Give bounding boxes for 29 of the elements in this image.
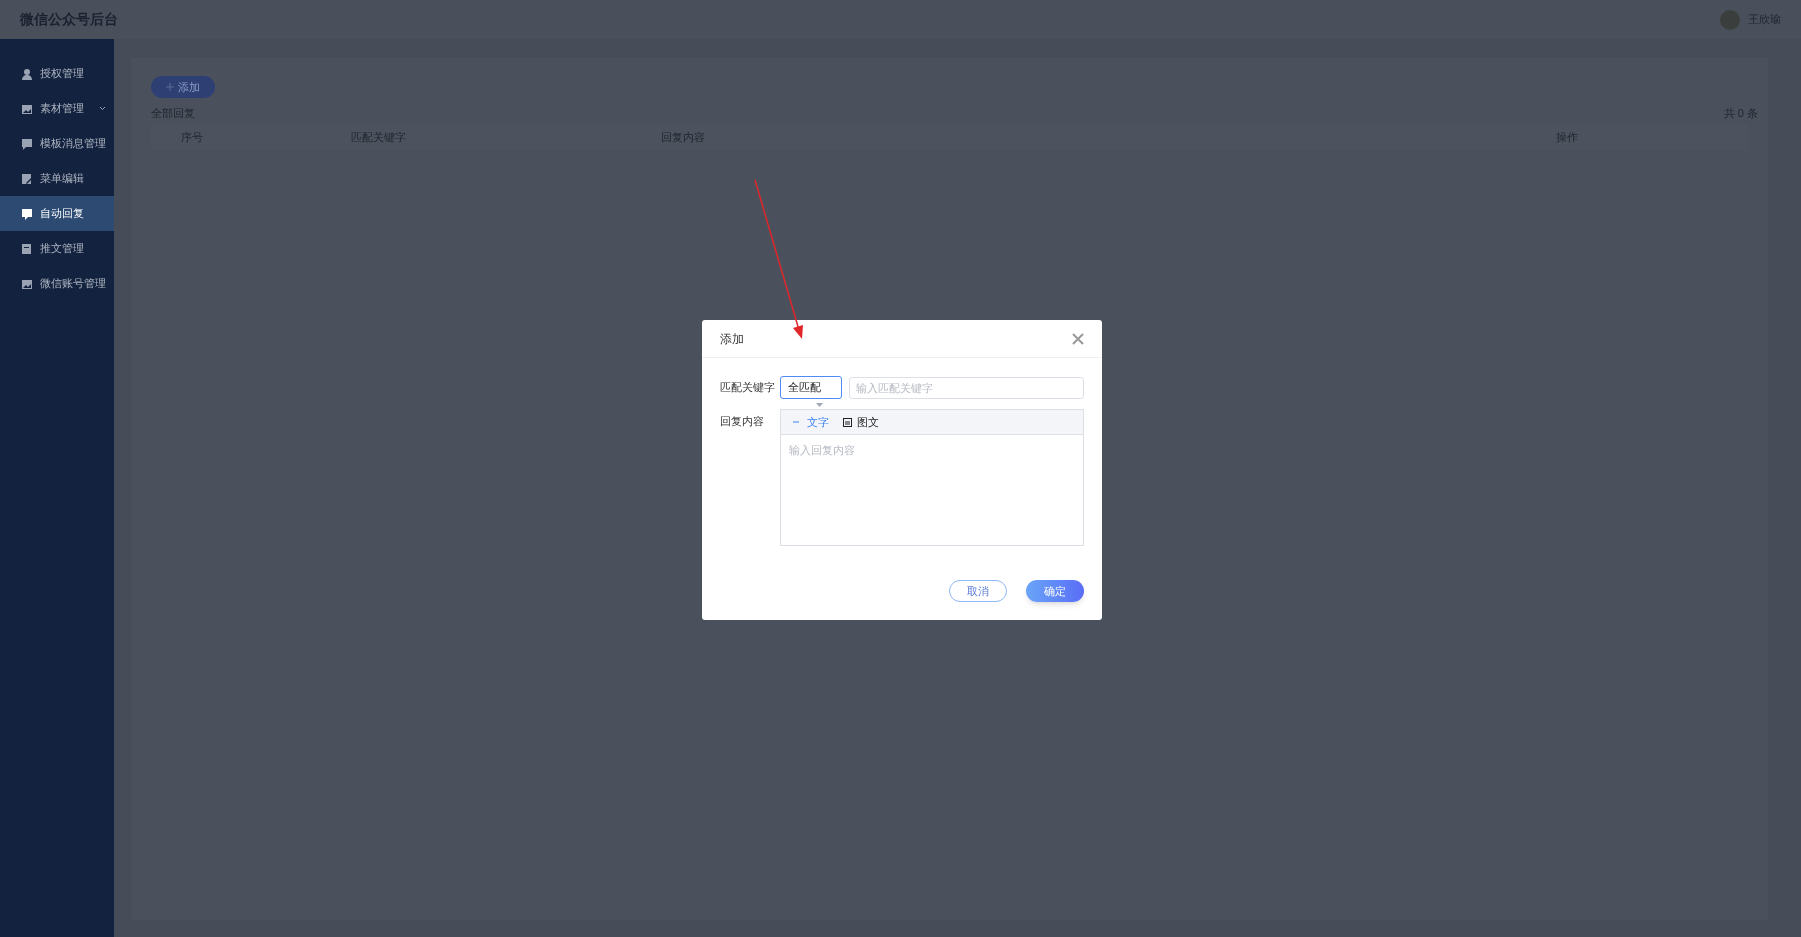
caret-icon <box>816 403 823 407</box>
user-icon <box>21 67 33 80</box>
document-icon <box>21 242 33 255</box>
close-icon <box>1072 332 1084 345</box>
match-mode-select[interactable]: 全匹配 <box>780 376 842 399</box>
reply-type-tab[interactable]: 文字 <box>793 413 829 431</box>
keyword-input[interactable]: 输入匹配关键字 <box>849 376 1084 399</box>
sidebar-item[interactable]: 模板消息管理 <box>0 126 114 161</box>
message-icon <box>21 137 33 150</box>
reply-type-tab[interactable]: 图文 <box>843 413 879 431</box>
field-label: 回复内容 <box>720 414 765 429</box>
field-label: 匹配关键字 <box>720 380 776 396</box>
dialog-title: 添加 <box>720 330 744 348</box>
plus-icon <box>166 83 174 91</box>
sidebar-item[interactable]: 推文管理 <box>0 231 114 266</box>
sidebar-item[interactable]: 自动回复 <box>0 196 114 231</box>
sidebar-item[interactable]: 授权管理 <box>0 56 114 91</box>
edit-icon <box>21 172 33 185</box>
sidebar-item[interactable]: 素材管理 <box>0 91 114 126</box>
cancel-button[interactable]: 取消 <box>949 580 1007 602</box>
reply-textarea[interactable]: 输入回复内容 <box>780 435 1084 546</box>
sidebar-item[interactable]: 菜单编辑 <box>0 161 114 196</box>
sidebar-item[interactable]: 微信账号管理 <box>0 266 114 301</box>
add-button[interactable]: 添加 <box>151 76 215 98</box>
image-icon <box>21 277 33 290</box>
chat-icon <box>21 207 33 220</box>
close-button[interactable] <box>1072 332 1084 345</box>
image-icon <box>21 102 33 115</box>
image-text-icon <box>843 417 852 427</box>
